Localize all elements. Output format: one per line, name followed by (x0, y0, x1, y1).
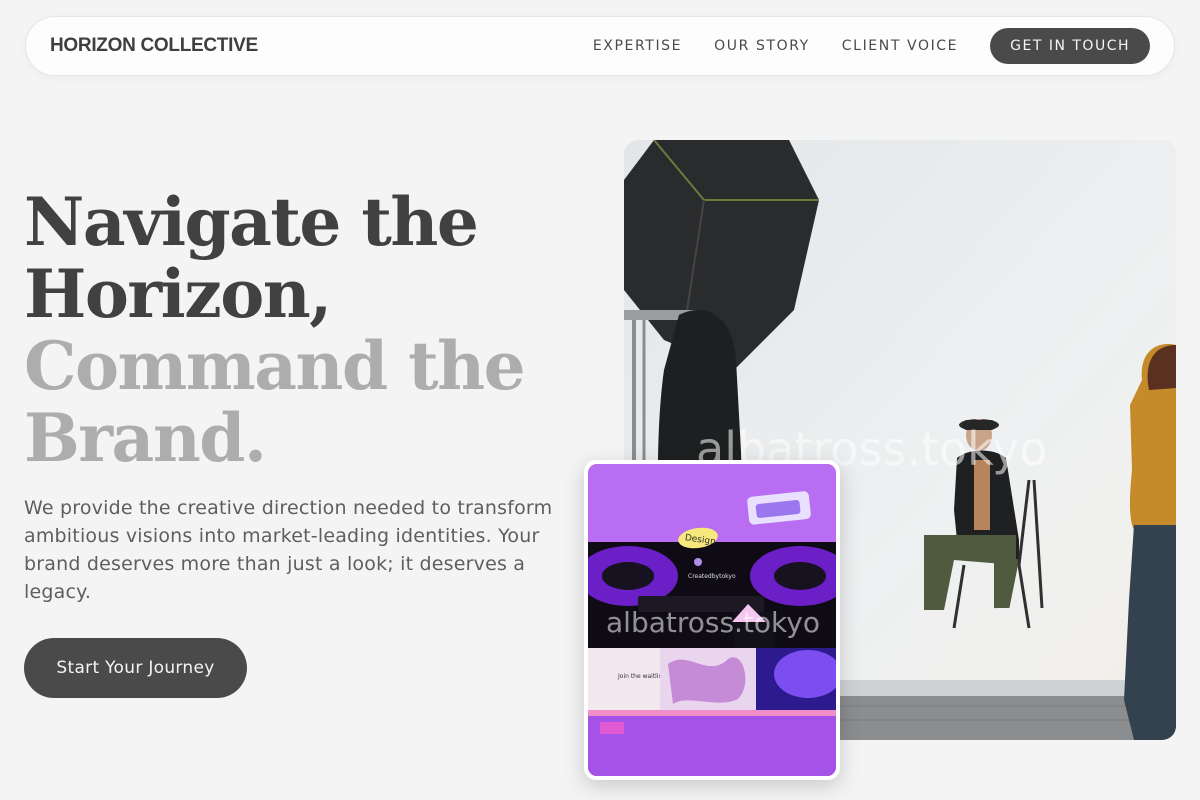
app-name-label: Createdbytokyo (688, 573, 736, 580)
get-in-touch-button[interactable]: GET IN TOUCH (990, 28, 1150, 64)
hero-headline: Navigate the Horizon, Command the Brand. (24, 183, 526, 477)
nav-link-our-story[interactable]: OUR STORY (714, 38, 810, 54)
brand-logo[interactable]: HORIZON COLLECTIVE (50, 35, 258, 57)
headline-line-1: Navigate the (24, 183, 479, 261)
headline-line-2: Horizon, (24, 255, 332, 333)
showcase-card[interactable]: Createdbytokyo Join the waitlist Design … (584, 460, 840, 780)
headline-line-4: Brand. (24, 399, 267, 477)
waitlist-label: Join the waitlist (617, 673, 665, 680)
showcase-card-image: Createdbytokyo Join the waitlist Design … (588, 464, 836, 776)
nav-link-client-voice[interactable]: CLIENT VOICE (842, 38, 958, 54)
nav-links: EXPERTISE OUR STORY CLIENT VOICE GET IN … (593, 28, 1150, 64)
headline-line-3: Command the (24, 327, 526, 405)
nav-link-expertise[interactable]: EXPERTISE (593, 38, 682, 54)
hero-subtitle: We provide the creative direction needed… (24, 497, 553, 603)
card-watermark-text: albatross.tokyo (606, 606, 820, 639)
top-navbar: HORIZON COLLECTIVE EXPERTISE OUR STORY C… (25, 16, 1175, 76)
start-journey-button[interactable]: Start Your Journey (24, 638, 247, 698)
